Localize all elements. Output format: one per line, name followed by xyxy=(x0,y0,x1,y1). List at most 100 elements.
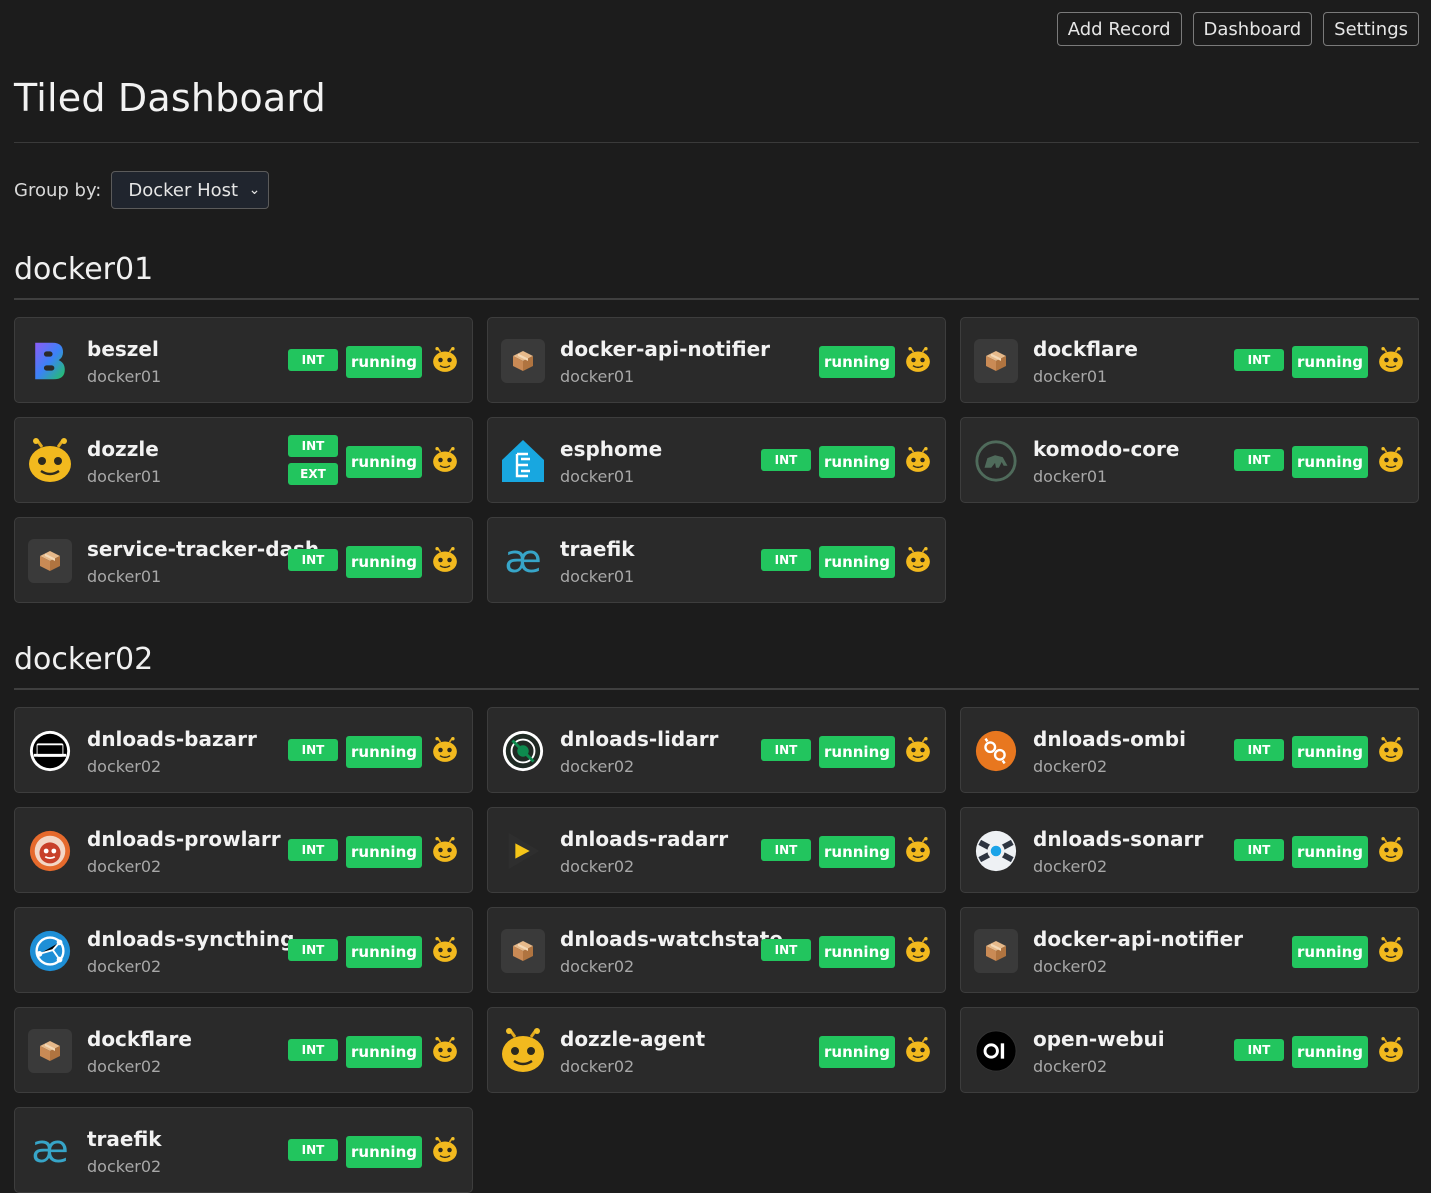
dozzle-logs-icon[interactable] xyxy=(905,1037,931,1063)
service-card[interactable]: dozzle-agent docker02 running xyxy=(487,1007,946,1093)
page-title: Tiled Dashboard xyxy=(14,76,326,120)
dozzle-logs-icon[interactable] xyxy=(905,837,931,863)
add-record-button[interactable]: Add Record xyxy=(1056,12,1182,46)
card-actions: running xyxy=(819,1008,931,1092)
status-badge: running xyxy=(346,1136,422,1168)
service-card[interactable]: dnloads-prowlarr docker02 INT running xyxy=(14,807,473,893)
service-card[interactable]: docker-api-notifier docker02 running xyxy=(960,907,1419,993)
tag-int-badge[interactable]: INT xyxy=(761,549,811,571)
dozzle-logs-icon[interactable] xyxy=(1378,837,1404,863)
service-card[interactable]: dnloads-lidarr docker02 INT running xyxy=(487,707,946,793)
service-card[interactable]: esphome docker01 INT running xyxy=(487,417,946,503)
service-card[interactable]: dnloads-syncthing docker02 INT running xyxy=(14,907,473,993)
service-card[interactable]: docker-api-notifier docker01 running xyxy=(487,317,946,403)
card-actions: INT running xyxy=(761,708,931,792)
service-card[interactable]: komodo-core docker01 INT running xyxy=(960,417,1419,503)
tag-int-badge[interactable]: INT xyxy=(761,449,811,471)
service-card[interactable]: open-webui docker02 INT running xyxy=(960,1007,1419,1093)
tag-int-badge[interactable]: INT xyxy=(761,839,811,861)
dozzle-logs-icon[interactable] xyxy=(905,737,931,763)
dozzle-logs-icon[interactable] xyxy=(432,737,458,763)
service-name: dnloads-ombi xyxy=(1033,727,1186,751)
dozzle-logs-icon[interactable] xyxy=(1378,447,1404,473)
status-badge: running xyxy=(819,836,895,868)
dozzle-logs-icon[interactable] xyxy=(1378,347,1404,373)
service-host: docker02 xyxy=(1033,857,1108,876)
service-host: docker02 xyxy=(560,1057,635,1076)
status-badge: running xyxy=(346,446,422,478)
service-card[interactable]: beszel docker01 INT running xyxy=(14,317,473,403)
tag-list: INT xyxy=(1234,739,1284,761)
tag-int-badge[interactable]: INT xyxy=(1234,739,1284,761)
service-card[interactable]: dnloads-watchstate docker02 INT running xyxy=(487,907,946,993)
tag-int-badge[interactable]: INT xyxy=(288,1139,338,1161)
tag-int-badge[interactable]: INT xyxy=(1234,1039,1284,1061)
tag-int-badge[interactable]: INT xyxy=(288,549,338,571)
dozzle-logs-icon[interactable] xyxy=(1378,737,1404,763)
tag-ext-badge[interactable]: EXT xyxy=(288,463,338,485)
settings-button[interactable]: Settings xyxy=(1323,12,1419,46)
esphome-icon xyxy=(500,438,546,484)
dozzle-logs-icon[interactable] xyxy=(432,347,458,373)
tag-list: INT xyxy=(761,449,811,471)
service-card[interactable]: dnloads-radarr docker02 INT running xyxy=(487,807,946,893)
tag-list: INT xyxy=(288,1039,338,1061)
dozzle-logs-icon[interactable] xyxy=(905,447,931,473)
service-card[interactable]: service-tracker-dash docker01 INT running xyxy=(14,517,473,603)
group-by-control: Group by: Docker Host ⌄ xyxy=(14,171,270,209)
card-actions: INT running xyxy=(761,418,931,502)
tag-int-badge[interactable]: INT xyxy=(1234,349,1284,371)
dozzle-logs-icon[interactable] xyxy=(432,1137,458,1163)
dozzle-logs-icon[interactable] xyxy=(1378,1037,1404,1063)
tag-int-badge[interactable]: INT xyxy=(288,1039,338,1061)
service-card[interactable]: dockflare docker02 INT running xyxy=(14,1007,473,1093)
tag-int-badge[interactable]: INT xyxy=(288,839,338,861)
tag-int-badge[interactable]: INT xyxy=(288,739,338,761)
card-actions: INT running xyxy=(761,518,931,602)
service-card[interactable]: æ traefik docker02 INT running xyxy=(14,1107,473,1193)
service-host: docker02 xyxy=(1033,757,1108,776)
status-badge: running xyxy=(1292,736,1368,768)
dashboard-button[interactable]: Dashboard xyxy=(1192,12,1313,46)
tag-list: INT xyxy=(761,739,811,761)
service-card[interactable]: dnloads-ombi docker02 INT running xyxy=(960,707,1419,793)
group-by-select[interactable]: Docker Host ⌄ xyxy=(111,171,270,209)
dozzle-logs-icon[interactable] xyxy=(905,937,931,963)
group-divider xyxy=(14,298,1419,300)
status-badge: running xyxy=(1292,936,1368,968)
dozzle-logs-icon[interactable] xyxy=(1378,937,1404,963)
card-actions: INT running xyxy=(288,908,458,992)
dozzle-logs-icon[interactable] xyxy=(905,347,931,373)
syncthing-icon xyxy=(27,928,73,974)
service-card[interactable]: æ traefik docker01 INT running xyxy=(487,517,946,603)
tag-int-badge[interactable]: INT xyxy=(1234,839,1284,861)
ombi-icon xyxy=(973,728,1019,774)
service-card[interactable]: dozzle docker01 INT EXT running xyxy=(14,417,473,503)
service-card[interactable]: dockflare docker01 INT running xyxy=(960,317,1419,403)
dozzle-logs-icon[interactable] xyxy=(432,547,458,573)
card-actions: INT EXT running xyxy=(288,418,458,502)
service-card[interactable]: dnloads-bazarr docker02 INT running xyxy=(14,707,473,793)
service-host: docker02 xyxy=(87,957,162,976)
service-host: docker02 xyxy=(1033,957,1108,976)
tag-int-badge[interactable]: INT xyxy=(288,349,338,371)
tag-int-badge[interactable]: INT xyxy=(761,739,811,761)
tag-list: INT xyxy=(1234,839,1284,861)
service-host: docker01 xyxy=(560,467,635,486)
tag-list: INT xyxy=(288,839,338,861)
tag-int-badge[interactable]: INT xyxy=(1234,449,1284,471)
service-card[interactable]: dnloads-sonarr docker02 INT running xyxy=(960,807,1419,893)
dozzle-logs-icon[interactable] xyxy=(432,937,458,963)
dozzle-logs-icon[interactable] xyxy=(432,1037,458,1063)
dozzle-logs-icon[interactable] xyxy=(432,837,458,863)
card-actions: running xyxy=(819,318,931,402)
traefik-icon: æ xyxy=(500,538,546,584)
tag-list: INT xyxy=(761,549,811,571)
tag-int-badge[interactable]: INT xyxy=(288,435,338,457)
tag-int-badge[interactable]: INT xyxy=(761,939,811,961)
dozzle-logs-icon[interactable] xyxy=(432,447,458,473)
tag-int-badge[interactable]: INT xyxy=(288,939,338,961)
package-icon xyxy=(973,338,1019,384)
dozzle-icon xyxy=(500,1028,546,1074)
dozzle-logs-icon[interactable] xyxy=(905,547,931,573)
